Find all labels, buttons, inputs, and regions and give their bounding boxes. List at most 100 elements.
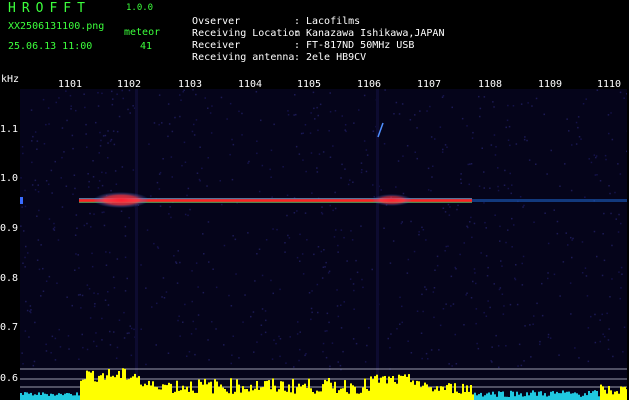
noise-dot [489, 306, 491, 309]
noise-dot [397, 160, 400, 162]
noise-dot [92, 176, 95, 178]
echo-bar [70, 394, 72, 400]
noise-dot [340, 327, 343, 329]
noise-dot [112, 130, 115, 132]
noise-dot [308, 292, 311, 294]
noise-dot [159, 205, 162, 207]
noise-dot [186, 194, 188, 197]
noise-dot [171, 130, 174, 133]
noise-dot [329, 111, 332, 113]
echo-bar [486, 393, 488, 400]
echo-bar [466, 385, 468, 400]
noise-dot [310, 318, 312, 321]
echo-bar [572, 393, 574, 400]
echo-bar [616, 391, 618, 400]
noise-dot [232, 235, 234, 237]
noise-dot [107, 142, 109, 144]
meteor-count-label: meteor [124, 27, 161, 38]
noise-dot [341, 115, 343, 117]
noise-dot [471, 137, 474, 139]
echo-bar [46, 394, 48, 400]
noise-dot [42, 267, 44, 270]
noise-dot [184, 213, 187, 216]
info-value: Kanazawa Ishikawa,JAPAN [306, 28, 445, 39]
noise-dot [118, 115, 121, 118]
echo-bar [102, 373, 104, 400]
noise-dot [355, 342, 358, 345]
noise-dot [70, 105, 72, 107]
echo-bar [488, 392, 490, 400]
noise-dot [450, 305, 452, 307]
noise-dot [212, 268, 214, 270]
echo-bar [238, 384, 240, 400]
noise-dot [61, 156, 63, 159]
noise-dot [221, 203, 223, 206]
noise-dot [326, 312, 329, 315]
echo-bar [20, 393, 22, 400]
noise-dot [610, 112, 612, 114]
noise-dot [34, 189, 37, 191]
noise-dot [104, 299, 107, 301]
noise-dot [340, 229, 343, 231]
noise-dot [601, 274, 604, 277]
noise-dot [478, 185, 481, 187]
noise-dot [116, 93, 118, 95]
noise-dot [181, 164, 183, 167]
noise-dot [279, 288, 281, 291]
noise-dot [421, 357, 423, 360]
noise-dot [188, 351, 191, 353]
noise-dot [595, 155, 598, 157]
noise-dot [156, 181, 159, 184]
noise-dot [196, 172, 199, 174]
noise-dot [421, 226, 423, 229]
noise-dot [527, 102, 529, 104]
y-tick-label: 1.0 [0, 173, 19, 184]
noise-dot [238, 110, 240, 113]
noise-dot [366, 154, 369, 156]
echo-bar [510, 390, 512, 400]
noise-dot [581, 272, 584, 274]
noise-dot [261, 308, 264, 310]
echo-bar [356, 393, 358, 400]
noise-dot [247, 162, 249, 164]
noise-dot [324, 330, 326, 332]
noise-dot [505, 241, 507, 244]
noise-dot [460, 173, 462, 175]
noise-dot [32, 135, 34, 138]
noise-dot [360, 171, 363, 174]
echo-bar [260, 387, 262, 400]
noise-dot [484, 221, 486, 224]
noise-dot [279, 355, 281, 358]
echo-bar [406, 376, 408, 400]
noise-dot [422, 310, 424, 313]
noise-dot [549, 337, 552, 339]
echo-bar [624, 386, 626, 400]
echo-bar [216, 381, 218, 400]
noise-dot [454, 266, 456, 269]
noise-dot [547, 333, 550, 336]
noise-dot [155, 344, 157, 346]
echo-bar [114, 377, 116, 400]
y-tick-label: 0.9 [0, 223, 19, 234]
noise-dot [317, 129, 319, 132]
noise-dot [167, 103, 170, 105]
noise-dot [623, 326, 626, 328]
noise-dot [56, 282, 58, 284]
noise-dot [547, 336, 550, 338]
echo-bar [404, 374, 406, 400]
noise-dot [23, 230, 25, 232]
echo-bar [98, 375, 100, 400]
noise-dot [401, 321, 403, 324]
echo-bar [68, 393, 70, 400]
echo-bar [40, 395, 42, 400]
echo-bar [214, 379, 216, 400]
echo-bar [584, 393, 586, 400]
grid-stripe [135, 89, 138, 400]
noise-dot [523, 204, 525, 207]
noise-dot [40, 244, 42, 246]
noise-dot [129, 325, 131, 327]
noise-dot [219, 180, 221, 182]
echo-bar [160, 389, 162, 400]
noise-dot [444, 211, 447, 213]
noise-dot [36, 259, 39, 261]
